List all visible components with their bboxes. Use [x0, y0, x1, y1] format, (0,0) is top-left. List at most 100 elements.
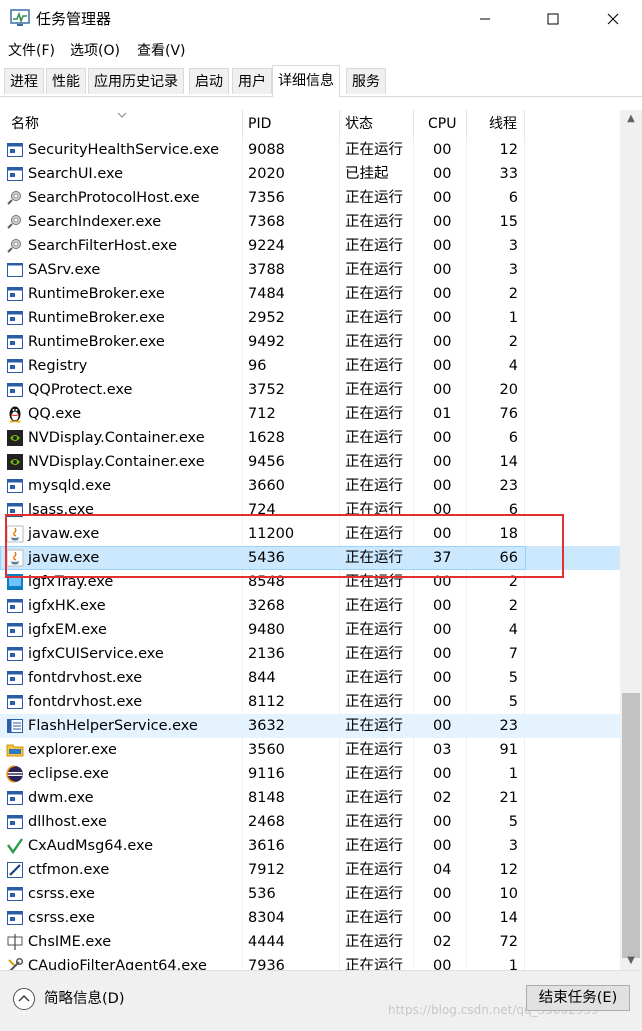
check-icon	[6, 837, 24, 855]
process-row[interactable]: javaw.exe 5436 正在运行 37 66	[0, 546, 620, 570]
process-name: mysqld.exe	[28, 478, 112, 494]
process-row[interactable]: NVDisplay.Container.exe 9456 正在运行 00 14	[0, 450, 620, 474]
process-threads: 21	[499, 790, 518, 806]
process-status: 正在运行	[345, 478, 403, 494]
end-task-button[interactable]: 结束任务(E)	[526, 985, 630, 1011]
process-row[interactable]: igfxCUIService.exe 2136 正在运行 00 7	[0, 642, 620, 666]
column-pid[interactable]: PID	[248, 110, 271, 138]
process-row[interactable]: igfxHK.exe 3268 正在运行 00 2	[0, 594, 620, 618]
process-row[interactable]: CxAudMsg64.exe 3616 正在运行 00 3	[0, 834, 620, 858]
process-pid: 4444	[248, 934, 285, 950]
tab-app-history[interactable]: 应用历史记录	[88, 68, 184, 94]
column-name[interactable]: 名称	[11, 110, 39, 138]
process-pid: 9088	[248, 142, 285, 158]
process-row[interactable]: ChsIME.exe 4444 正在运行 02 72	[0, 930, 620, 954]
process-name: igfxHK.exe	[28, 598, 106, 614]
window-icon	[6, 357, 24, 375]
tab-processes[interactable]: 进程	[4, 68, 44, 94]
scrollbar-thumb[interactable]	[622, 693, 640, 958]
process-row[interactable]: fontdrvhost.exe 8112 正在运行 00 5	[0, 690, 620, 714]
process-pid: 7936	[248, 958, 285, 970]
process-threads: 33	[499, 166, 518, 182]
process-cpu: 01	[433, 406, 452, 422]
column-cpu[interactable]: CPU	[428, 110, 456, 138]
process-row[interactable]: RuntimeBroker.exe 7484 正在运行 00 2	[0, 282, 620, 306]
process-row[interactable]: SecurityHealthService.exe 9088 正在运行 00 12	[0, 138, 620, 162]
process-row[interactable]: QQ.exe 712 正在运行 01 76	[0, 402, 620, 426]
process-row[interactable]: csrss.exe 536 正在运行 00 10	[0, 882, 620, 906]
eclipse-icon	[6, 765, 24, 783]
close-button[interactable]	[590, 0, 636, 38]
scroll-up-icon[interactable]: ▲	[620, 110, 642, 128]
process-row[interactable]: RuntimeBroker.exe 2952 正在运行 00 1	[0, 306, 620, 330]
process-cpu: 00	[433, 526, 452, 542]
process-row[interactable]: javaw.exe 11200 正在运行 00 18	[0, 522, 620, 546]
process-row[interactable]: RuntimeBroker.exe 9492 正在运行 00 2	[0, 330, 620, 354]
column-divider[interactable]	[242, 110, 243, 138]
process-name: NVDisplay.Container.exe	[28, 430, 205, 446]
process-list[interactable]: SecurityHealthService.exe 9088 正在运行 00 12 Sea…	[0, 138, 620, 970]
process-row[interactable]: csrss.exe 8304 正在运行 00 14	[0, 906, 620, 930]
process-status: 正在运行	[345, 766, 403, 782]
process-pid: 5436	[248, 550, 285, 566]
process-row[interactable]: FlashHelperService.exe 3632 正在运行 00 23	[0, 714, 620, 738]
process-status: 正在运行	[345, 814, 403, 830]
tab-services[interactable]: 服务	[346, 68, 386, 94]
process-name: SearchProtocolHost.exe	[28, 190, 200, 206]
process-row[interactable]: explorer.exe 3560 正在运行 03 91	[0, 738, 620, 762]
scroll-down-icon[interactable]: ▼	[620, 952, 642, 970]
process-row[interactable]: fontdrvhost.exe 844 正在运行 00 5	[0, 666, 620, 690]
menu-file[interactable]: 文件(F)	[8, 41, 55, 61]
menu-view[interactable]: 查看(V)	[137, 41, 186, 61]
process-status: 正在运行	[345, 310, 403, 326]
column-divider[interactable]	[339, 110, 340, 138]
process-row[interactable]: lsass.exe 724 正在运行 00 6	[0, 498, 620, 522]
blank-window-icon	[6, 261, 24, 279]
tab-details[interactable]: 详细信息	[272, 65, 340, 97]
process-row[interactable]: dllhost.exe 2468 正在运行 00 5	[0, 810, 620, 834]
close-icon	[607, 13, 619, 25]
process-row[interactable]: NVDisplay.Container.exe 1628 正在运行 00 6	[0, 426, 620, 450]
process-row[interactable]: mysqld.exe 3660 正在运行 00 23	[0, 474, 620, 498]
maximize-button[interactable]	[530, 0, 576, 38]
minimize-button[interactable]	[462, 0, 508, 38]
process-cpu: 00	[433, 142, 452, 158]
window-icon	[6, 909, 24, 927]
process-threads: 14	[499, 910, 518, 926]
process-row[interactable]: CAudioFilterAgent64.exe 7936 正在运行 00 1	[0, 954, 620, 970]
process-row[interactable]: igfxEM.exe 9480 正在运行 00 4	[0, 618, 620, 642]
less-details-link[interactable]: 简略信息(D)	[44, 989, 124, 1009]
process-name: fontdrvhost.exe	[28, 694, 143, 710]
window-icon	[6, 285, 24, 303]
process-row[interactable]: eclipse.exe 9116 正在运行 00 1	[0, 762, 620, 786]
tab-performance[interactable]: 性能	[46, 68, 86, 94]
process-threads: 2	[508, 598, 518, 614]
column-divider[interactable]	[524, 110, 525, 138]
process-row[interactable]: SearchFilterHost.exe 9224 正在运行 00 3	[0, 234, 620, 258]
collapse-chevron-icon[interactable]	[12, 987, 36, 1011]
window-icon	[6, 333, 24, 351]
column-threads[interactable]: 线程	[489, 110, 517, 138]
minimize-icon	[480, 18, 490, 20]
process-row[interactable]: igfxTray.exe 8548 正在运行 00 2	[0, 570, 620, 594]
process-row[interactable]: SearchIndexer.exe 7368 正在运行 00 15	[0, 210, 620, 234]
tab-users[interactable]: 用户	[232, 68, 272, 94]
process-status: 正在运行	[345, 382, 403, 398]
process-row[interactable]: SASrv.exe 3788 正在运行 00 3	[0, 258, 620, 282]
menu-options[interactable]: 选项(O)	[70, 41, 120, 61]
process-row[interactable]: ctfmon.exe 7912 正在运行 04 12	[0, 858, 620, 882]
title-bar[interactable]: 任务管理器	[0, 0, 642, 38]
process-row[interactable]: SearchUI.exe 2020 已挂起 00 33	[0, 162, 620, 186]
process-cpu: 00	[433, 574, 452, 590]
process-threads: 1	[508, 958, 518, 970]
column-status[interactable]: 状态	[345, 110, 373, 138]
process-row[interactable]: QQProtect.exe 3752 正在运行 00 20	[0, 378, 620, 402]
column-divider[interactable]	[413, 110, 414, 138]
process-row[interactable]: SearchProtocolHost.exe 7356 正在运行 00 6	[0, 186, 620, 210]
process-status: 正在运行	[345, 238, 403, 254]
process-row[interactable]: dwm.exe 8148 正在运行 02 21	[0, 786, 620, 810]
column-divider[interactable]	[466, 110, 467, 138]
nvidia-icon	[6, 429, 24, 447]
tab-startup[interactable]: 启动	[189, 68, 229, 94]
process-row[interactable]: Registry 96 正在运行 00 4	[0, 354, 620, 378]
